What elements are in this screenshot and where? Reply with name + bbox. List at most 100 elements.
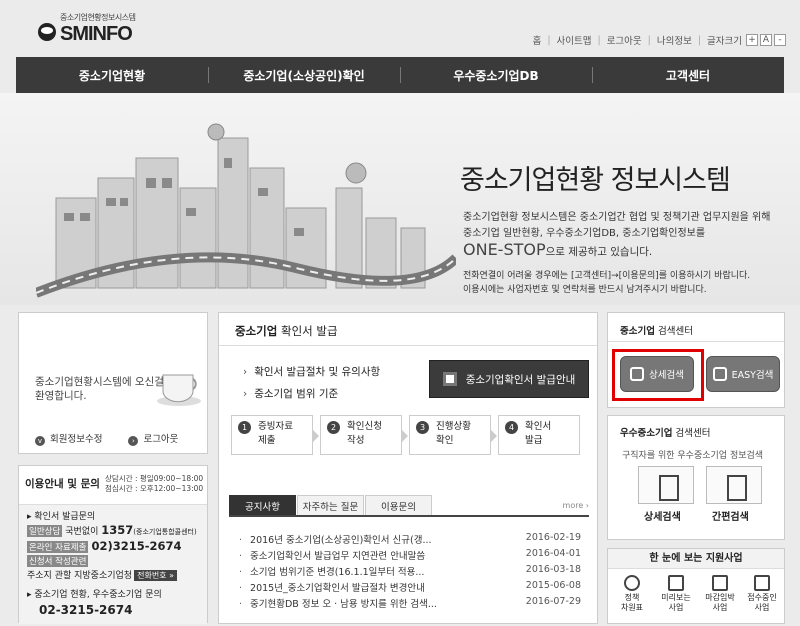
- support-item-preview[interactable]: 미리보는 사업: [654, 575, 698, 613]
- font-decrease-button[interactable]: -: [774, 34, 786, 46]
- document-icon: [442, 372, 457, 386]
- hero-title: 중소기업현황 정보시스템: [460, 165, 731, 196]
- contact-panel: 이용안내 및 문의 상담시간 : 평일09:00~18:00 점심시간 : 오후…: [18, 465, 208, 624]
- font-size-label: 글자크기: [707, 36, 742, 47]
- hours-lunch: 점심시간 : 오후12:00~13:00: [105, 484, 204, 493]
- util-sitemap-link[interactable]: 사이트맵: [557, 33, 592, 47]
- chevron-icon: v: [35, 436, 45, 446]
- calendar-icon: [668, 575, 684, 591]
- board-tabs: 공지사항 자주하는 질문 이용문의 more ›: [229, 495, 589, 517]
- notice-row[interactable]: 중기현황DB 정보 오 · 남용 방지를 위한 검색... 2016-07-29: [239, 596, 581, 610]
- coffee-cup-icon: [157, 374, 201, 406]
- notice-date: 2016-04-01: [525, 548, 581, 559]
- hero-desc-3-rest: 으로 제공하고 있습니다.: [545, 246, 653, 258]
- contact-line-4: 신청서 작성관련: [27, 555, 91, 567]
- nav-item-excellent-db[interactable]: 우수중소기업DB: [400, 57, 592, 93]
- certificate-panel: 중소기업 확인서 발급 확인서 발급절차 및 유의사항 중소기업 범위 기준 중…: [218, 312, 598, 624]
- notice-row[interactable]: 중소기업확인서 발급업무 지연관련 안내말씀 2016-04-01: [239, 548, 581, 562]
- util-home-link[interactable]: 홈: [533, 33, 542, 47]
- utility-menu: 홈 | 사이트맵 | 로그아웃 | 나의정보 | 글자크기 + A -: [533, 33, 786, 47]
- util-myinfo-link[interactable]: 나의정보: [657, 33, 692, 47]
- search-heading-rest: 검색센터: [658, 326, 693, 337]
- excellent-subtitle: 구직자를 위한 우수중소기업 정보검색: [622, 451, 764, 461]
- support-item-l2: 사업: [754, 603, 770, 612]
- step-1-line2: 제출: [258, 435, 276, 446]
- highlight-box: [612, 349, 704, 401]
- support-item-l2: 차원표: [620, 603, 644, 612]
- hero-note-2: 이용시에는 사업자번호 및 연락처를 반드시 남겨주시기 바랍니다.: [463, 285, 707, 295]
- tab-faq[interactable]: 자주하는 질문: [297, 495, 364, 515]
- step-3-line2: 확인: [436, 435, 454, 446]
- font-reset-button[interactable]: A: [760, 34, 772, 46]
- step-2: 2 확인신청 작성: [320, 415, 408, 455]
- support-item-l2: 사업: [712, 603, 728, 612]
- bullet-sme-criteria[interactable]: 중소기업 범위 기준: [243, 386, 338, 401]
- search-icon: [712, 367, 727, 381]
- clock-icon: [712, 575, 728, 591]
- logout-link[interactable]: › 로그아웃: [128, 431, 178, 446]
- contact-line-5-text: 주소지 관할 지방중소기업청: [27, 571, 133, 581]
- edit-member-info-label: 회원정보수정: [50, 434, 103, 445]
- search-heading-bold: 중소기업: [620, 326, 655, 337]
- excellent-simple-search-label[interactable]: 간편검색: [712, 508, 749, 523]
- contact-line-6-text: 중소기업 현황, 우수중소기업 문의: [34, 590, 162, 600]
- nav-item-sme-status[interactable]: 중소기업현황: [16, 57, 208, 93]
- util-logout-link[interactable]: 로그아웃: [607, 33, 642, 47]
- contact-line-2-pre: 국번없이: [65, 527, 99, 537]
- step-4-line2: 발급: [525, 435, 543, 446]
- excellent-heading-bold: 우수중소기업: [620, 428, 673, 439]
- bullet-issue-procedure[interactable]: 확인서 발급절차 및 유의사항: [243, 364, 380, 379]
- step-1: 1 증빙자료제출: [231, 415, 319, 455]
- support-programs-panel: 한 눈에 보는 지원사업 정책 차원표 미리보는 사업 마감임박 사업 접수중인 사업: [607, 548, 785, 624]
- arrow-icon: ›: [128, 436, 139, 446]
- tab-inquiry[interactable]: 이용문의: [365, 495, 432, 515]
- more-link[interactable]: more ›: [563, 501, 589, 510]
- phone-sme-info: 02-3215-2674: [39, 603, 133, 617]
- certificate-heading-rest: 확인서 발급: [280, 324, 338, 338]
- logout-label: 로그아웃: [143, 434, 179, 445]
- nav-item-customer-center[interactable]: 고객센터: [592, 57, 784, 93]
- hourglass-icon: [754, 575, 770, 591]
- phone-number-button[interactable]: 전화번호 »: [134, 570, 177, 581]
- support-item-open[interactable]: 접수중인 사업: [740, 575, 784, 613]
- step-2-number: 2: [327, 421, 340, 434]
- excellent-heading: 우수중소기업 검색센터: [620, 425, 710, 439]
- excellent-heading-rest: 검색센터: [675, 428, 711, 439]
- logo-subtitle: 중소기업현황정보시스템: [60, 13, 136, 22]
- notice-title: 2016년 중소기업(소상공인)확인서 신규(갱...: [239, 532, 521, 546]
- hero-desc-3: ONE-STOP으로 제공하고 있습니다.: [463, 240, 652, 259]
- notice-title: 2015년_중소기업확인서 발급절차 변경안내: [239, 580, 521, 594]
- notice-date: 2016-02-19: [525, 532, 581, 543]
- edit-member-info-link[interactable]: v 회원정보수정: [35, 431, 102, 446]
- contact-line-5: 주소지 관할 지방중소기업청 전화번호 »: [27, 568, 177, 581]
- notice-row[interactable]: 2015년_중소기업확인서 발급절차 변경안내 2015-06-08: [239, 580, 581, 594]
- easy-search-label: EASY검색: [731, 370, 774, 381]
- step-4-number: 4: [505, 421, 518, 434]
- excellent-simple-search-icon[interactable]: [706, 466, 762, 504]
- contact-line-1-text: 확인서 발급문의: [34, 512, 96, 522]
- support-item-policy[interactable]: 정책 차원표: [610, 575, 654, 613]
- notice-row[interactable]: 소기업 범위기준 변경(16.1.1일부터 적용... 2016-03-18: [239, 564, 581, 578]
- logo-name: SMINFO: [60, 23, 133, 45]
- step-1-number: 1: [238, 421, 251, 434]
- notice-row[interactable]: 2016년 중소기업(소상공인)확인서 신규(갱... 2016-02-19: [239, 532, 581, 546]
- support-item-deadline[interactable]: 마감임박 사업: [698, 575, 742, 613]
- certificate-heading-bold: 중소기업: [235, 324, 278, 338]
- nav-item-sme-confirm[interactable]: 중소기업(소상공인)확인: [208, 57, 400, 93]
- easy-search-button[interactable]: EASY검색: [706, 356, 780, 392]
- issue-guide-button[interactable]: 중소기업확인서 발급안내: [429, 360, 589, 398]
- font-increase-button[interactable]: +: [746, 34, 758, 46]
- excellent-detail-search-icon[interactable]: [638, 466, 694, 504]
- tab-notice[interactable]: 공지사항: [229, 495, 296, 515]
- magnifier-icon: [624, 575, 640, 591]
- notice-title: 중기현황DB 정보 오 · 남용 방지를 위한 검색...: [239, 596, 521, 610]
- step-1-line1: 증빙자료: [258, 421, 293, 432]
- support-item-l1: 접수중인: [747, 593, 777, 602]
- step-2-line2: 작성: [347, 435, 365, 446]
- contact-title: 이용안내 및 문의: [25, 478, 100, 490]
- welcome-message: 중소기업현황시스템에 오신걸 환영합니다.: [35, 376, 164, 402]
- main-nav: 중소기업현황 중소기업(소상공인)확인 우수중소기업DB 고객센터: [16, 57, 784, 93]
- excellent-detail-search-label[interactable]: 상세검색: [644, 508, 681, 523]
- notice-title: 중소기업확인서 발급업무 지연관련 안내말씀: [239, 548, 521, 562]
- site-logo[interactable]: 중소기업현황정보시스템 SMINFO: [38, 12, 148, 46]
